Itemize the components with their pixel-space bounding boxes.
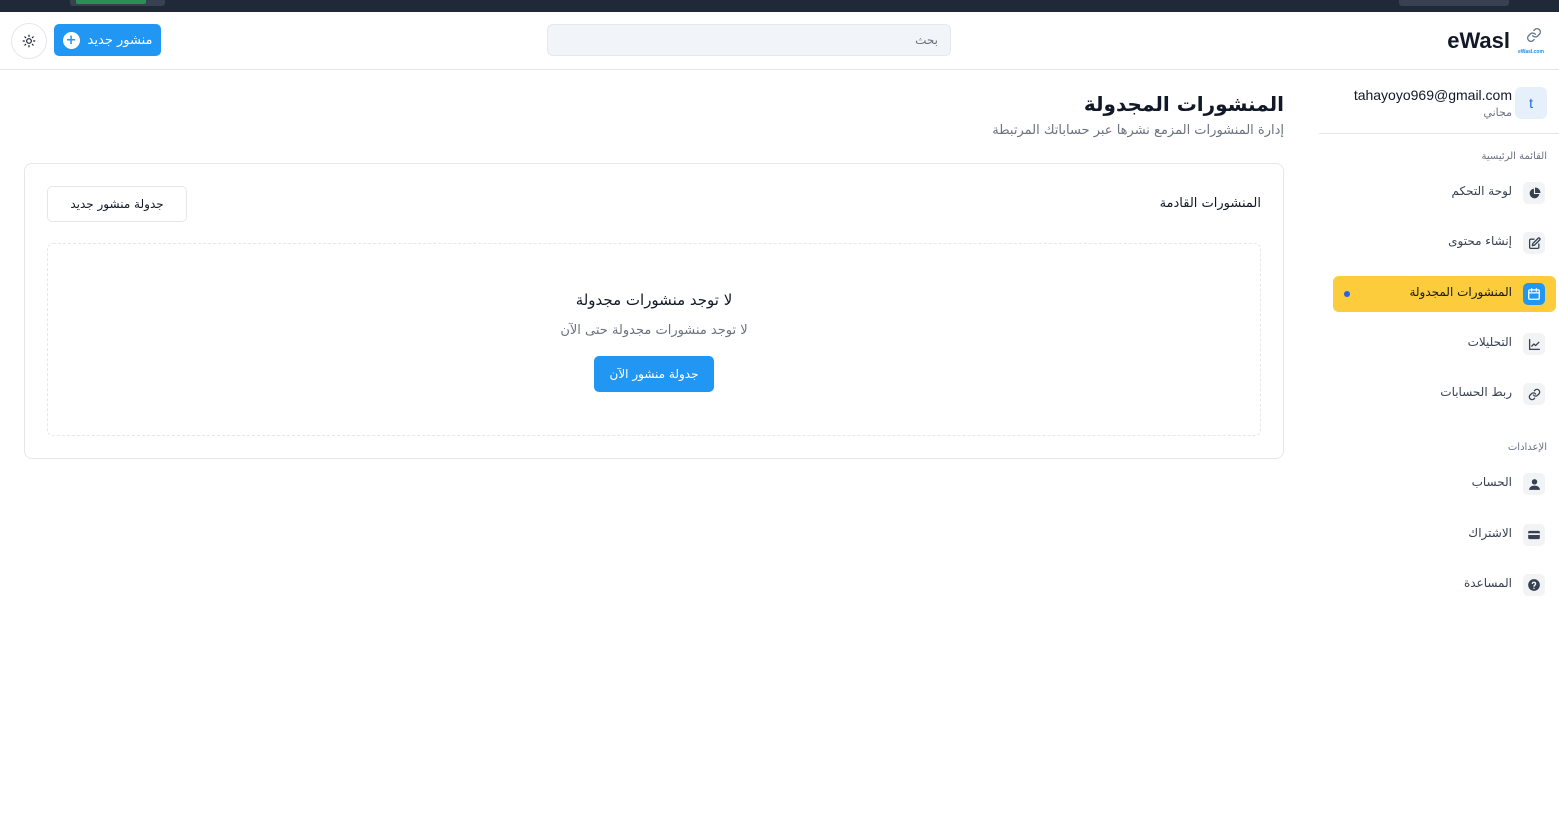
main-menu-section-label: القائمة الرئيسية [1481, 151, 1547, 162]
active-indicator-dot [1344, 291, 1350, 297]
sidebar-item-label: ربط الحسابات [1440, 385, 1512, 399]
sidebar-item-dashboard[interactable]: لوحة التحكم [1333, 175, 1556, 211]
help-icon [1523, 574, 1545, 596]
calendar-icon [1523, 283, 1545, 305]
link-icon [1523, 383, 1545, 405]
line-chart-icon [1523, 333, 1545, 355]
sidebar-item-label: الاشتراك [1468, 526, 1512, 540]
sidebar-item-analytics[interactable]: التحليلات [1333, 326, 1556, 362]
sidebar-item-label: إنشاء محتوى [1448, 234, 1512, 248]
card-title: المنشورات القادمة [1159, 196, 1261, 211]
new-post-button[interactable]: منشور جديد + [54, 24, 161, 56]
brand[interactable]: eWasl eWasl.com [1447, 26, 1548, 56]
page-title: المنشورات المجدولة [1083, 92, 1284, 116]
sidebar-item-label: التحليلات [1467, 335, 1512, 349]
page-subtitle: إدارة المنشورات المزمع نشرها عبر حساباتك… [992, 123, 1284, 138]
sun-icon [22, 34, 36, 48]
sidebar-item-connect-accounts[interactable]: ربط الحسابات [1333, 376, 1556, 412]
theme-toggle-button[interactable] [11, 23, 47, 59]
empty-state: لا توجد منشورات مجدولة لا توجد منشورات م… [47, 243, 1261, 436]
upcoming-posts-card: المنشورات القادمة جدولة منشور جديد لا تو… [24, 163, 1284, 459]
settings-section-label: الإعدادات [1507, 442, 1547, 453]
brand-logo: eWasl.com [1518, 27, 1548, 55]
empty-state-description: لا توجد منشورات مجدولة حتى الآن [560, 323, 748, 338]
logo-link-icon [1527, 28, 1541, 42]
brand-name: eWasl [1447, 28, 1510, 53]
sidebar-item-label: الحساب [1471, 475, 1512, 489]
pie-chart-icon [1523, 182, 1545, 204]
sidebar-item-subscription[interactable]: الاشتراك [1333, 517, 1556, 553]
sidebar-item-create-content[interactable]: إنشاء محتوى [1333, 225, 1556, 261]
edit-icon [1523, 232, 1545, 254]
sidebar-item-label: لوحة التحكم [1451, 184, 1513, 198]
schedule-now-button[interactable]: جدولة منشور الآن [594, 356, 714, 392]
sidebar-item-account[interactable]: الحساب [1333, 466, 1556, 502]
sidebar-item-label: المنشورات المجدولة [1409, 285, 1512, 299]
sidebar-item-scheduled-posts[interactable]: المنشورات المجدولة [1333, 276, 1556, 312]
sidebar: t tahayoyo969@gmail.com مجاني القائمة ال… [1319, 70, 1559, 825]
browser-tab-fragment [1399, 0, 1509, 6]
browser-chrome-strip [0, 0, 1559, 12]
sidebar-item-label: المساعدة [1463, 576, 1512, 590]
address-bar-secure-fragment [76, 0, 146, 4]
plus-icon: + [62, 31, 80, 49]
search-input[interactable] [547, 24, 951, 56]
user-profile[interactable]: t tahayoyo969@gmail.com مجاني [1319, 70, 1559, 134]
credit-card-icon [1523, 524, 1545, 546]
new-post-label: منشور جديد [87, 32, 153, 48]
sidebar-item-help[interactable]: المساعدة [1333, 567, 1556, 603]
user-email: tahayoyo969@gmail.com [1353, 87, 1512, 103]
top-header: منشور جديد + eWasl eWasl.com [0, 12, 1559, 70]
avatar: t [1515, 87, 1547, 119]
user-icon [1523, 473, 1545, 495]
logo-caption: eWasl.com [1518, 49, 1544, 55]
user-plan: مجاني [1483, 106, 1512, 119]
schedule-new-post-button[interactable]: جدولة منشور جديد [47, 186, 187, 222]
empty-state-title: لا توجد منشورات مجدولة [575, 291, 733, 309]
